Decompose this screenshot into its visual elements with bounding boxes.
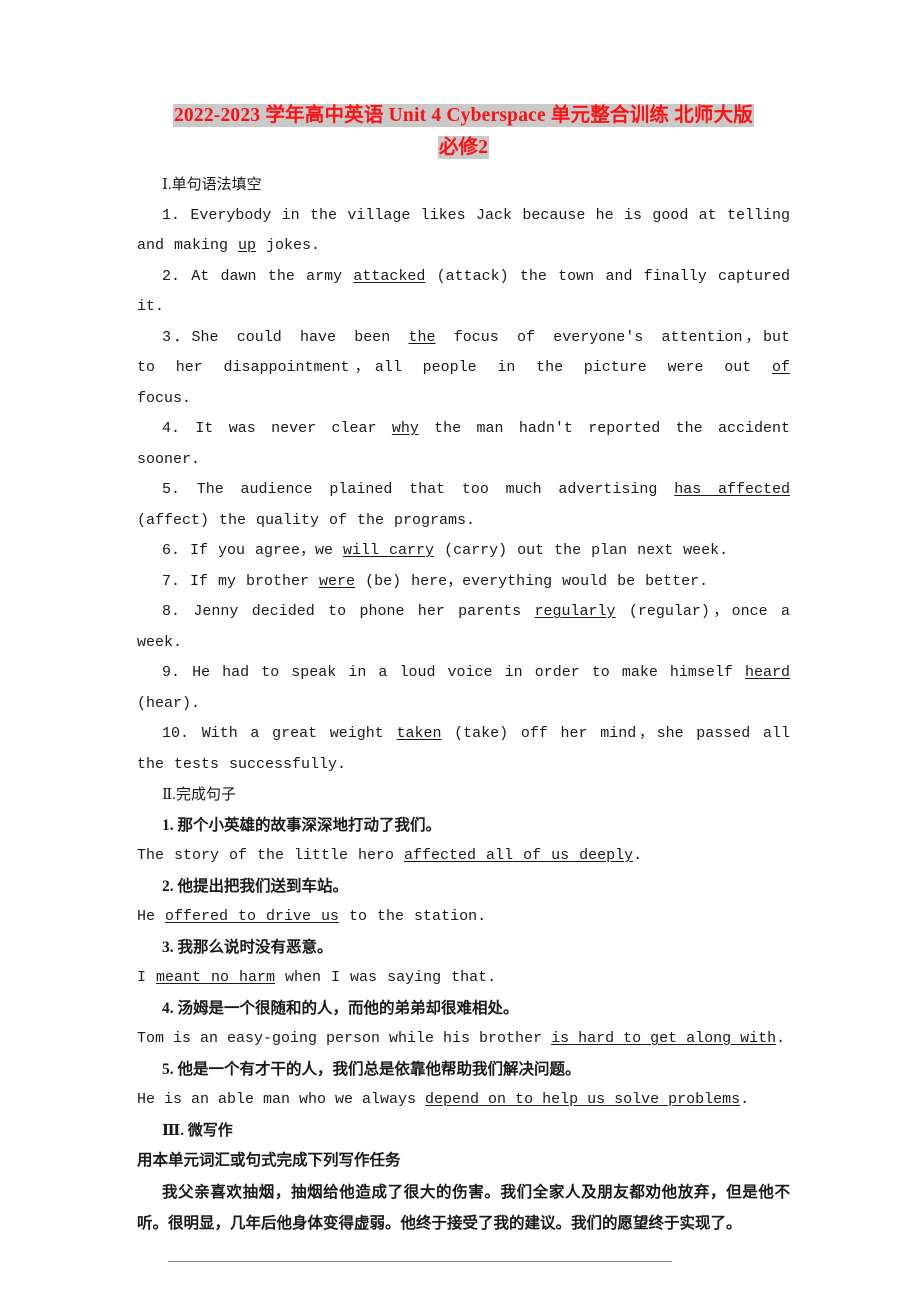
item-1-after: jokes. [256,237,321,254]
sentence-3-answer: meant no harm [156,969,276,986]
item-4-before: It was never clear [180,420,392,437]
sentence-item-5-english: He is an able man who we always depend o… [137,1085,790,1116]
sentence-2-after: to the station. [339,908,487,925]
sentence-1-after: . [633,847,643,864]
item-3-answer-2: of [771,359,790,376]
item-8-answer: regularly [534,603,616,620]
item-6-after: (carry) out the plan next week. [434,542,729,559]
item-6-number: 6. [162,542,181,559]
sentence-3-number: 3. [162,938,174,956]
item-2-answer: attacked [353,267,426,285]
item-8-before: Jenny decided to phone her parents [180,603,535,620]
document-page: 2022-2023 学年高中英语 Unit 4 Cyberspace 单元整合训… [0,0,920,1302]
sentence-item-3-english: I meant no harm when I was saying that. [137,963,790,994]
item-5-before: The audience plained that too much adver… [180,481,675,498]
sentence-1-before: The story of the little hero [137,847,405,864]
sentence-4-answer: is hard to get along with [551,1030,777,1047]
sentence-2-answer: offered to drive us [165,908,340,925]
item-10-answer: taken [396,725,442,742]
exercise-item-8: 8. Jenny decided to phone her parents re… [137,597,790,658]
sentence-1-answer: affected all of us deeply [404,847,634,864]
document-content: 2022-2023 学年高中英语 Unit 4 Cyberspace 单元整合训… [137,100,790,1262]
exercise-item-2: 2. At dawn the army attacked (attack) th… [137,262,790,323]
sentence-item-2-english: He offered to drive us to the station. [137,902,790,933]
sentence-1-chinese-text: 那个小英雄的故事深深地打动了我们。 [173,816,442,834]
sentence-4-chinese-text: 汤姆是一个很随和的人，而他的弟弟却很难相处。 [173,999,519,1017]
section-3-instruction: 用本单元词汇或句式完成下列写作任务 [137,1152,401,1169]
exercise-item-9: 9. He had to speak in a loud voice in or… [137,658,790,719]
sentence-3-chinese-text: 我那么说时没有恶意。 [173,938,333,956]
exercise-item-1: 1. Everybody in the village likes Jack b… [137,201,790,262]
section-1-heading: Ⅰ.单句语法填空 [162,177,262,193]
exercise-item-6: 6. If you agree，we will carry (carry) ou… [137,536,790,567]
exercise-item-3: 3．She could have been the focus of every… [137,323,790,415]
item-3-answer: the [408,328,436,346]
section-3-heading: Ⅲ. 微写作 [162,1122,233,1139]
answer-area [137,1260,790,1262]
item-4-answer: why [391,420,419,437]
item-7-after: (be) here，everything would be better. [355,572,709,590]
item-6-before: If you agree，we [180,542,344,559]
sentence-5-number: 5. [162,1060,174,1078]
answer-blank-line[interactable] [168,1260,672,1262]
page-title: 2022-2023 学年高中英语 Unit 4 Cyberspace 单元整合训… [137,100,790,164]
exercise-item-4: 4. It was never clear why the man hadn't… [137,414,790,475]
item-9-after: (hear). [137,694,201,712]
section-2-heading: Ⅱ.完成句子 [162,787,236,803]
sentence-2-before: He [137,908,166,925]
title-line-1-text: 2022-2023 学年高中英语 Unit 4 Cyberspace 单元整合训… [172,104,754,127]
sentence-3-after: when I was saying that. [275,969,497,986]
item-10-before: With a great weight [189,725,397,742]
sentence-3-before: I [137,969,157,986]
item-5-answer: has affected [674,481,790,498]
exercise-item-10: 10. With a great weight taken (take) off… [137,719,790,780]
exercise-item-5: 5. The audience plained that too much ad… [137,475,790,536]
sentence-item-4-english: Tom is an easy-going person while his br… [137,1024,790,1055]
item-2-before: At dawn the army [180,267,354,285]
item-6-answer: will carry [343,542,435,559]
section-3-prompt: 我父亲喜欢抽烟，抽烟给他造成了很大的伤害。我们全家人及朋友都劝他放弃，但是他不听… [137,1183,790,1232]
sentence-1-number: 1. [162,816,174,834]
sentence-item-3-chinese: 3. 我那么说时没有恶意。 [137,933,790,964]
title-line-2: 必修2 [137,132,790,164]
item-10-number: 10. [162,725,190,742]
item-7-before: If my brother [180,572,320,590]
item-3-before: She could have been [191,328,409,346]
sentence-item-1-chinese: 1. 那个小英雄的故事深深地打动了我们。 [137,811,790,842]
item-9-answer: heard [744,664,790,681]
sentence-5-before: He is an able man who we always [137,1091,426,1108]
sentence-5-chinese-text: 他是一个有才干的人，我们总是依靠他帮助我们解决问题。 [173,1060,581,1078]
sentence-item-1-english: The story of the little hero affected al… [137,841,790,872]
sentence-5-answer: depend on to help us solve problems [425,1091,741,1108]
item-9-before: He had to speak in a loud voice in order… [180,664,745,681]
sentence-4-before: Tom is an easy-going person while his br… [137,1030,552,1047]
sentence-2-number: 2. [162,877,174,895]
title-line-1: 2022-2023 学年高中英语 Unit 4 Cyberspace 单元整合训… [137,100,790,132]
item-3-after-2: focus. [137,389,192,407]
sentence-5-after: . [740,1091,750,1108]
item-9-number: 9. [162,664,181,681]
item-7-answer: were [319,572,356,590]
item-8-number: 8. [162,603,181,620]
sentence-item-5-chinese: 5. 他是一个有才干的人，我们总是依靠他帮助我们解决问题。 [137,1055,790,1086]
item-1-answer: up [238,237,257,254]
item-2-number: 2. [162,267,181,285]
item-5-after: (affect) the quality of the programs. [137,511,476,529]
item-7-number: 7. [162,572,181,590]
sentence-item-2-chinese: 2. 他提出把我们送到车站。 [137,872,790,903]
exercise-item-7: 7. If my brother were (be) here，everythi… [137,567,790,598]
sentence-2-chinese-text: 他提出把我们送到车站。 [173,877,349,895]
item-1-before: Everybody in the village likes Jack beca… [137,206,790,255]
sentence-4-after: . [776,1030,786,1047]
sentence-4-number: 4. [162,999,174,1017]
item-4-number: 4. [162,420,181,437]
item-1-number: 1. [162,206,181,224]
sentence-item-4-chinese: 4. 汤姆是一个很随和的人，而他的弟弟却很难相处。 [137,994,790,1025]
title-line-2-text: 必修2 [437,136,490,159]
item-3-number: 3． [162,328,192,346]
item-5-number: 5. [162,481,181,498]
